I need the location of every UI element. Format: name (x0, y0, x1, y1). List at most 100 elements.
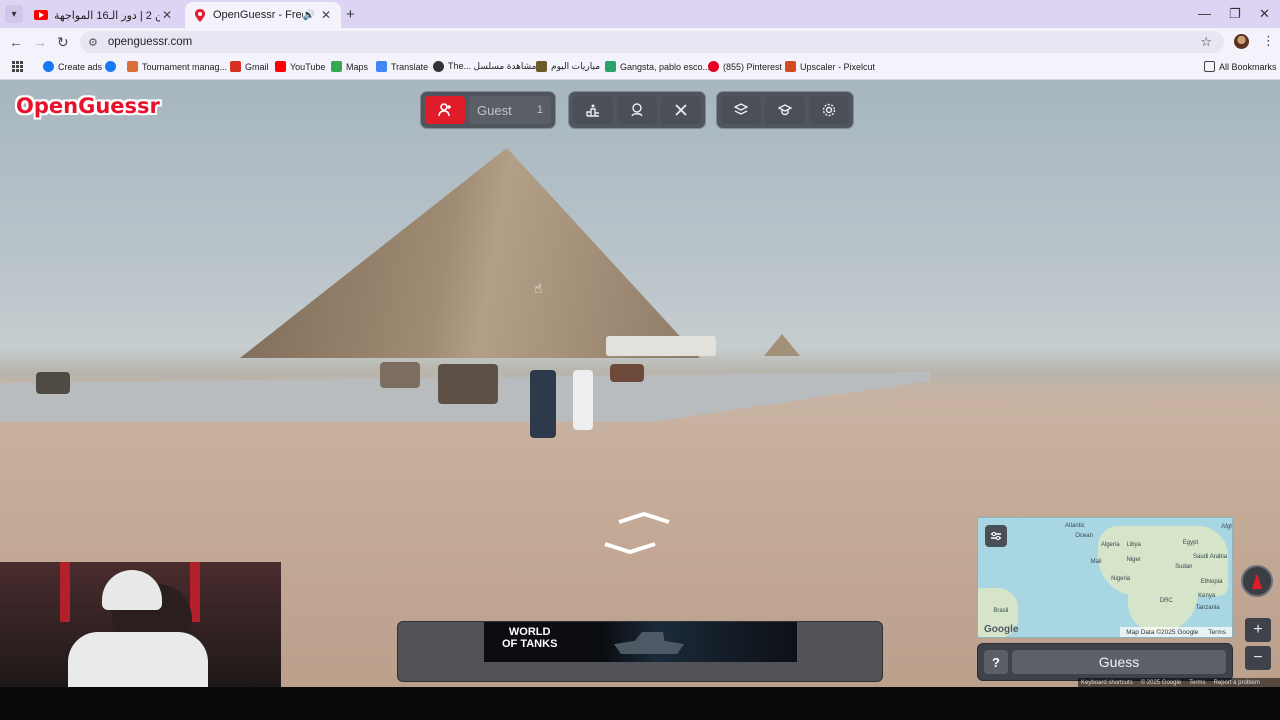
close-icon[interactable]: ✕ (160, 8, 174, 22)
map-terms-link[interactable]: Terms (1208, 629, 1226, 636)
openguessr-logo[interactable]: OpenGuessr (16, 94, 160, 118)
zoom-out-button[interactable]: − (1245, 646, 1271, 670)
browser-toolbar: ← → ↻ ⚙ openguessr.com ☆ (0, 28, 1280, 56)
move-forward-arrow-icon[interactable] (617, 512, 671, 524)
map-label: Afgha (1221, 524, 1232, 531)
bookmark-facebook[interactable] (105, 61, 120, 72)
layers-icon (734, 103, 748, 115)
map-label: Niger (1126, 556, 1141, 563)
crossed-swords-icon (675, 104, 687, 116)
tab-youtube[interactable]: تحدي الثلاثين 2 | دور الـ16 المواجهة ✕ (26, 2, 182, 28)
keyboard-shortcuts-link[interactable]: Keyboard shortcuts (1081, 680, 1133, 686)
map-options-button[interactable] (985, 525, 1007, 547)
small-pyramid-image (764, 334, 800, 356)
player-list[interactable]: Guest 1 (469, 96, 551, 124)
guess-button[interactable]: Guess (1012, 650, 1226, 674)
battle-button[interactable] (661, 96, 701, 124)
restore-icon[interactable]: ❐ (1229, 6, 1241, 22)
all-bookmarks[interactable]: All Bookmarks (1204, 61, 1277, 72)
group-icon (631, 103, 643, 117)
rock-image (36, 372, 70, 394)
window-close-icon[interactable]: ✕ (1259, 6, 1270, 22)
bookmark-star-icon[interactable]: ☆ (1200, 34, 1212, 50)
copyright-text: © 2025 Google (1140, 679, 1182, 686)
party-button[interactable] (617, 96, 657, 124)
report-problem-link[interactable]: Report a problem (1214, 680, 1260, 686)
close-icon[interactable]: ✕ (319, 8, 333, 22)
speaker-icon[interactable]: 🔊 (303, 10, 315, 21)
headphones (102, 570, 162, 610)
mode-controls (569, 92, 705, 128)
back-icon[interactable]: ← (9, 34, 23, 50)
horse-image (380, 362, 420, 388)
forward-icon[interactable]: → (33, 34, 47, 50)
terms-link[interactable]: Terms (1189, 680, 1205, 686)
map-label: Egypt (1182, 539, 1199, 546)
map-label: Ocean (1075, 532, 1093, 539)
map-label: Atlantic (1065, 522, 1085, 529)
bookmark-matches[interactable]: مباريات اليوم (536, 61, 600, 72)
url-text: openguessr.com (107, 36, 193, 48)
bookmark-series[interactable]: The... مشاهدة مسلسل (433, 61, 536, 72)
sliders-icon (991, 531, 1001, 541)
ad-banner[interactable]: WORLD OF TANKS (484, 622, 797, 662)
horse-image (610, 364, 644, 382)
help-button[interactable]: ? (984, 650, 1008, 674)
map-data-text: Map Data ©2025 Google (1126, 628, 1199, 636)
screen: ▾ تحدي الثلاثين 2 | دور الـ16 المواجهة ✕… (0, 0, 1280, 720)
menu-icon[interactable]: ⋮ (1262, 33, 1275, 49)
leaderboard-button[interactable] (573, 96, 613, 124)
profile-avatar[interactable] (1234, 34, 1249, 49)
streetview-footer: Keyboard shortcuts © 2025 Google Terms R… (1078, 678, 1280, 687)
ad-logo: WORLD OF TANKS (502, 626, 557, 650)
site-settings-icon[interactable]: ⚙ (88, 36, 98, 49)
move-back-arrow-icon[interactable] (603, 542, 657, 554)
map-layers-button[interactable] (721, 96, 761, 124)
bookmark-translate[interactable]: Translate (376, 61, 428, 72)
map-label: Mali (1090, 559, 1102, 566)
map-label: Nigeria (1111, 576, 1131, 583)
minimize-icon[interactable]: — (1198, 6, 1211, 21)
compass-icon[interactable] (1241, 565, 1273, 597)
facebook-icon (105, 61, 116, 72)
map-label: Brasil (993, 607, 1009, 614)
tab-search-button[interactable]: ▾ (5, 5, 23, 23)
tab-openguessr[interactable]: OpenGuessr - Free GeoGuessr 🔊 ✕ (185, 2, 341, 28)
bookmark-tournament[interactable]: Tournament manag... (127, 61, 227, 72)
bookmark-youtube[interactable]: YouTube (275, 61, 325, 72)
map-label: Sudan (1175, 563, 1193, 570)
pixelcut-icon (785, 61, 796, 72)
zoom-in-button[interactable]: + (1245, 618, 1271, 642)
person-image (573, 370, 593, 430)
guess-minimap[interactable]: Atlantic Ocean Algeria Libya Egypt Saudi Arab… (977, 517, 1233, 638)
settings-button[interactable] (809, 96, 849, 124)
folder-icon (1204, 61, 1215, 72)
player-controls: Guest 1 (421, 92, 555, 128)
bookmark-gmail[interactable]: Gmail (230, 61, 269, 72)
bookmark-pixelcut[interactable]: Upscaler - Pixelcut (785, 61, 875, 72)
africa-land (1128, 578, 1198, 633)
advertisement-panel: WORLD OF TANKS (397, 621, 883, 682)
apps-grid-icon[interactable] (12, 61, 23, 72)
bookmark-pinterest[interactable]: (855) Pinterest (708, 61, 782, 72)
tank-image (614, 632, 684, 654)
guess-bar: ? Guess (977, 643, 1233, 681)
tab-title: تحدي الثلاثين 2 | دور الـ16 المواجهة (54, 9, 160, 22)
bookmark-create-ads[interactable]: Create ads (43, 61, 102, 72)
gmail-icon (230, 61, 241, 72)
bookmark-maps[interactable]: Maps (331, 61, 368, 72)
new-tab-icon[interactable]: + (346, 6, 355, 23)
bookmark-gangsta[interactable]: Gangsta, pablo esco... (605, 61, 710, 72)
learn-button[interactable] (765, 96, 805, 124)
audiomack-icon (605, 61, 616, 72)
street-view-panorama[interactable]: ☝ OpenGuessr Guest 1 WORLD OF TANKS Atla… (0, 80, 1280, 687)
translate-icon (376, 61, 387, 72)
address-bar[interactable]: ⚙ openguessr.com ☆ (80, 31, 1224, 53)
reload-icon[interactable]: ↻ (57, 34, 69, 51)
add-player-button[interactable] (425, 96, 465, 124)
podium-icon (586, 104, 599, 117)
map-attribution: Map Data ©2025 Google Terms (1120, 627, 1232, 637)
youtube-icon (34, 8, 48, 22)
map-label: Libya (1126, 542, 1141, 549)
player-count: 1 (536, 104, 543, 116)
